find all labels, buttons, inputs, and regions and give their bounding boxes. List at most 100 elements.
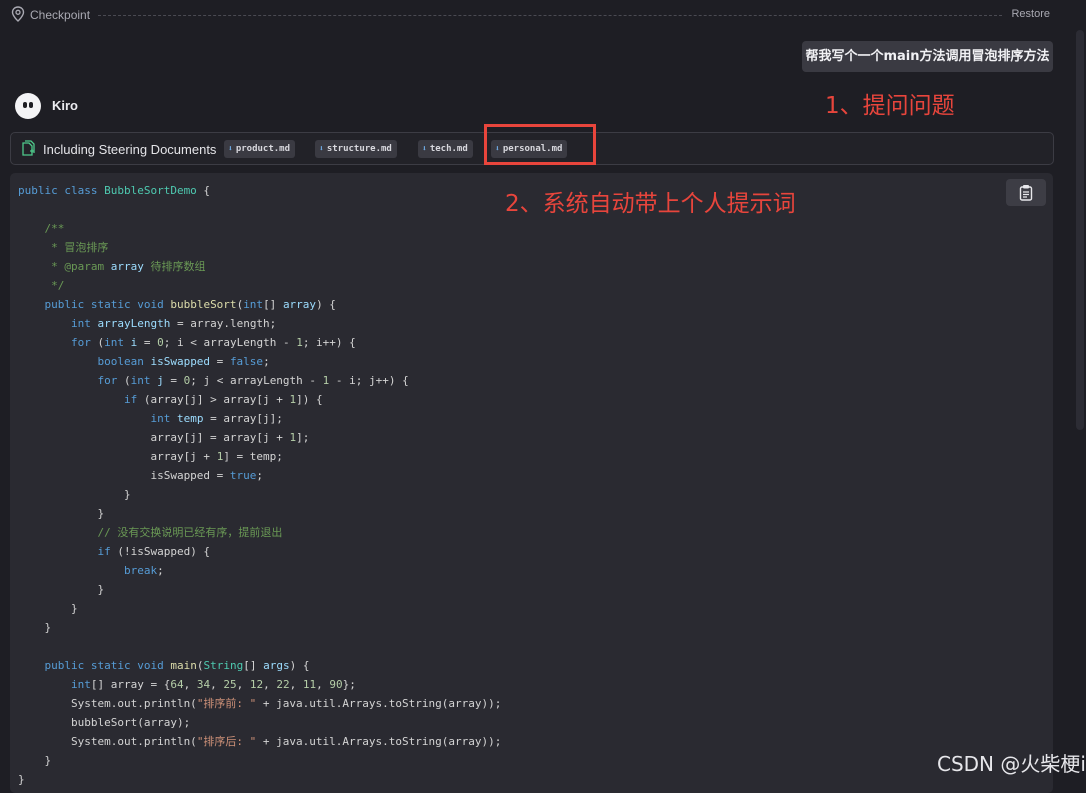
code-token: ]) { bbox=[296, 393, 323, 406]
code-token: public class bbox=[18, 184, 105, 197]
checkpoint-bar: Checkpoint Restore bbox=[0, 0, 1060, 30]
code-token: bubbleSort(array); bbox=[18, 716, 191, 729]
code-line: boolean isSwapped = false; bbox=[18, 352, 501, 371]
code-token: , bbox=[263, 678, 277, 691]
code-token: if bbox=[18, 393, 144, 406]
code-line: } bbox=[18, 485, 501, 504]
steering-doc-chip[interactable]: ⬇ tech.md bbox=[418, 140, 473, 158]
code-token: 待排序数组 bbox=[143, 260, 206, 273]
code-token: , bbox=[183, 678, 197, 691]
code-token: int bbox=[18, 412, 177, 425]
code-token: BubbleSortDemo bbox=[104, 184, 197, 197]
code-token: } bbox=[18, 507, 105, 520]
code-line: int arrayLength = array.length; bbox=[18, 314, 501, 333]
code-line: public static void bubbleSort(int[] arra… bbox=[18, 295, 501, 314]
code-token: [] array = { bbox=[90, 678, 171, 691]
code-token: ; bbox=[157, 564, 164, 577]
code-token: 90 bbox=[329, 678, 343, 691]
file-icon: ⬇ bbox=[319, 144, 324, 153]
code-token: ) { bbox=[289, 659, 310, 672]
code-token: int bbox=[130, 374, 158, 387]
code-token: } bbox=[18, 583, 105, 596]
code-token: isSwapped bbox=[150, 355, 211, 368]
code-token: } bbox=[18, 602, 78, 615]
code-token: 22 bbox=[276, 678, 290, 691]
code-token: 34 bbox=[196, 678, 211, 691]
code-token: } bbox=[18, 773, 25, 786]
steering-doc-name: product.md bbox=[235, 144, 291, 154]
code-token: = array[j]; bbox=[203, 412, 283, 425]
code-token: }; bbox=[342, 678, 356, 691]
code-token: int bbox=[18, 317, 98, 330]
code-token: + java.util.Arrays.toString(array)); bbox=[256, 697, 502, 710]
code-token: = bbox=[210, 355, 230, 368]
code-line: } bbox=[18, 751, 501, 770]
code-line: // 没有交换说明已经有序，提前退出 bbox=[18, 523, 501, 542]
watermark: CSDN @火柴梗i bbox=[937, 752, 1086, 776]
code-token: , bbox=[316, 678, 330, 691]
code-token: arrayLength bbox=[97, 317, 171, 330]
code-line: break; bbox=[18, 561, 501, 580]
file-icon: ⬇ bbox=[228, 144, 233, 153]
code-token: String bbox=[203, 659, 244, 672]
assistant-name: Kiro bbox=[52, 98, 78, 113]
steering-label: Including Steering Documents bbox=[43, 142, 217, 157]
code-line: for (int i = 0; i < arrayLength - 1; i++… bbox=[18, 333, 501, 352]
code-token: if bbox=[18, 545, 118, 558]
code-line: System.out.println("排序后: " + java.util.A… bbox=[18, 732, 501, 751]
code-token: ; j < arrayLength - bbox=[190, 374, 323, 387]
code-line: bubbleSort(array); bbox=[18, 713, 501, 732]
code-token: } bbox=[18, 621, 52, 634]
code-token: , bbox=[210, 678, 224, 691]
avatar-eye-left bbox=[23, 102, 27, 108]
code-token: + java.util.Arrays.toString(array)); bbox=[256, 735, 502, 748]
code-line: * @param array 待排序数组 bbox=[18, 257, 501, 276]
code-token: = array.length; bbox=[170, 317, 277, 330]
code-line: array[j] = array[j + 1]; bbox=[18, 428, 501, 447]
avatar-eye-right bbox=[29, 102, 33, 108]
code-line: isSwapped = true; bbox=[18, 466, 501, 485]
code-content: public class BubbleSortDemo { /** * 冒泡排序… bbox=[18, 181, 501, 789]
code-line: } bbox=[18, 504, 501, 523]
code-token: (!isSwapped) { bbox=[117, 545, 211, 558]
checkpoint-label: Checkpoint bbox=[30, 8, 91, 22]
code-line: array[j + 1] = temp; bbox=[18, 447, 501, 466]
code-token: bubbleSort bbox=[170, 298, 237, 311]
scrollbar[interactable] bbox=[1076, 30, 1084, 430]
code-token: j bbox=[157, 374, 164, 387]
code-token: array[j] = array[j + bbox=[18, 431, 290, 444]
checkpoint-divider bbox=[98, 15, 1002, 16]
code-token: 1 bbox=[296, 336, 303, 349]
code-token: 0 bbox=[157, 336, 164, 349]
code-token: break bbox=[18, 564, 158, 577]
code-line: if (array[j] > array[j + 1]) { bbox=[18, 390, 501, 409]
code-line: if (!isSwapped) { bbox=[18, 542, 501, 561]
location-pin-icon bbox=[11, 6, 25, 22]
annotation-ask-question: 1、提问问题 bbox=[825, 93, 955, 119]
code-token: ] = temp; bbox=[223, 450, 283, 463]
copy-code-button[interactable] bbox=[1006, 179, 1046, 206]
steering-doc-chip[interactable]: ⬇ structure.md bbox=[315, 140, 397, 158]
steering-doc-chip[interactable]: ⬇ product.md bbox=[224, 140, 296, 158]
steering-doc-name: tech.md bbox=[429, 144, 468, 154]
restore-button[interactable]: Restore bbox=[1011, 8, 1050, 20]
code-line: for (int j = 0; j < arrayLength - 1 - i;… bbox=[18, 371, 501, 390]
code-line: /** bbox=[18, 219, 501, 238]
code-token: * 冒泡排序 bbox=[18, 241, 109, 254]
code-line: System.out.println("排序前: " + java.util.A… bbox=[18, 694, 501, 713]
code-token: */ bbox=[18, 279, 65, 292]
code-token: ; bbox=[256, 469, 264, 482]
code-line: */ bbox=[18, 276, 501, 295]
code-line: int temp = array[j]; bbox=[18, 409, 501, 428]
code-token: array bbox=[282, 298, 317, 311]
code-token: ( bbox=[123, 374, 131, 387]
code-token: args bbox=[263, 659, 290, 672]
code-token: [] bbox=[263, 298, 283, 311]
code-token: 64 bbox=[170, 678, 184, 691]
kiro-avatar bbox=[15, 93, 41, 119]
code-token: temp bbox=[176, 412, 204, 425]
code-token: ; i < arrayLength - bbox=[163, 336, 297, 349]
code-token: "排序后: " bbox=[196, 735, 257, 748]
